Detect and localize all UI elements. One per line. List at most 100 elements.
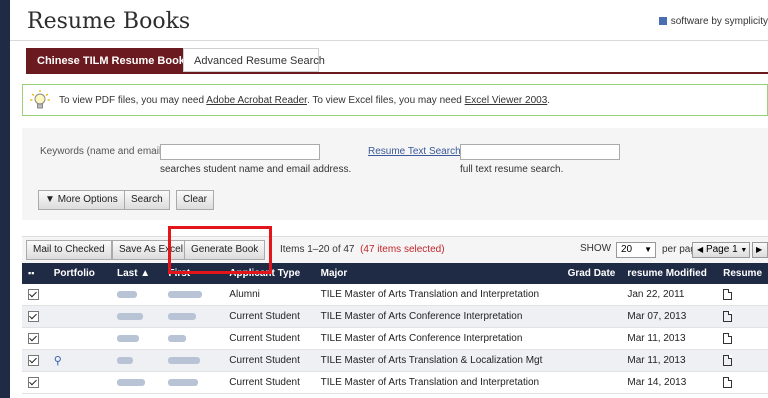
search-form: Keywords (name and email) searches stude…: [22, 128, 768, 220]
redacted-text: [116, 356, 133, 364]
resume-cell[interactable]: [717, 349, 768, 372]
row-checkbox[interactable]: [22, 349, 48, 372]
brand-credit[interactable]: software by symplicity: [658, 16, 768, 27]
search-button[interactable]: Search: [124, 190, 170, 210]
table-row: Current Student TILE Master of Arts Conf…: [22, 327, 768, 350]
chevron-down-icon: ▼: [644, 245, 652, 254]
tab-advanced-resume-search[interactable]: Advanced Resume Search: [183, 48, 325, 72]
first-name-cell: [162, 327, 224, 350]
checkbox-checked-icon[interactable]: [28, 332, 39, 344]
document-icon[interactable]: [723, 288, 733, 300]
grad-date-cell: [561, 349, 622, 372]
page-select[interactable]: ◀ Page 1 ▼: [692, 242, 750, 258]
last-name-cell[interactable]: [110, 371, 163, 394]
prev-page-icon[interactable]: ◀: [697, 245, 703, 254]
mail-to-checked-button[interactable]: Mail to Checked: [26, 240, 112, 260]
adobe-reader-link[interactable]: Adobe Acrobat Reader: [206, 95, 307, 106]
lightbulb-icon: [30, 90, 50, 109]
major-cell: TILE Master of Arts Translation and Inte…: [314, 371, 562, 394]
keywords-input[interactable]: [160, 144, 320, 160]
document-icon[interactable]: [723, 376, 733, 388]
brand-text: software by symplicity: [670, 16, 768, 27]
resume-text-search-link[interactable]: Resume Text Search: [368, 146, 461, 157]
resume-text-hint: full text resume search.: [460, 164, 564, 175]
modified-cell: Mar 11, 2013: [621, 349, 718, 372]
redacted-text: [168, 356, 201, 364]
portfolio-cell[interactable]: ⚲: [47, 349, 111, 372]
row-checkbox[interactable]: [22, 327, 48, 350]
col-resume[interactable]: Resume: [717, 263, 768, 284]
magnifier-icon[interactable]: ⚲: [54, 355, 62, 367]
resume-cell[interactable]: [717, 284, 768, 306]
grad-date-cell: [561, 371, 622, 394]
last-name-cell[interactable]: [110, 305, 163, 328]
col-grad-date[interactable]: Grad Date: [561, 263, 622, 284]
checkbox-checked-icon[interactable]: [28, 288, 39, 300]
grad-date-cell: [561, 284, 622, 306]
portfolio-cell: [47, 305, 111, 328]
triangle-down-icon: ▼: [45, 194, 55, 205]
portfolio-cell: [47, 327, 111, 350]
table-row: Alumni TILE Master of Arts Translation a…: [22, 284, 768, 306]
first-name-cell: [162, 284, 224, 306]
more-options-button[interactable]: ▼ More Options: [38, 190, 125, 210]
checkbox-checked-icon[interactable]: [28, 376, 39, 388]
col-resume-modified[interactable]: resume Modified: [621, 263, 718, 284]
checkbox-checked-icon[interactable]: [28, 310, 39, 322]
col-portfolio[interactable]: Portfolio: [47, 263, 111, 284]
redacted-text: [168, 378, 199, 386]
first-name-cell: [162, 305, 224, 328]
resume-cell[interactable]: [717, 305, 768, 328]
resume-cell[interactable]: [717, 371, 768, 394]
last-name-cell[interactable]: [110, 349, 163, 372]
table-header: ▪▪ Portfolio Last ▲ First Applicant Type…: [22, 263, 768, 284]
resume-cell[interactable]: [717, 327, 768, 350]
row-checkbox[interactable]: [22, 371, 48, 394]
tab-underline: [26, 72, 768, 74]
select-all-header[interactable]: ▪▪: [22, 263, 48, 284]
first-name-cell: [162, 349, 224, 372]
document-icon[interactable]: [723, 310, 733, 322]
excel-viewer-link[interactable]: Excel Viewer 2003: [465, 95, 548, 106]
redacted-text: [168, 312, 197, 320]
document-icon[interactable]: [723, 354, 733, 366]
info-notice: To view PDF files, you may need Adobe Ac…: [22, 84, 768, 116]
page-label: Page: [705, 244, 730, 255]
row-checkbox[interactable]: [22, 305, 48, 328]
next-page-icon: ▶: [756, 245, 763, 254]
redacted-text: [116, 290, 137, 298]
per-page-select[interactable]: 20 ▼: [616, 242, 656, 258]
show-label: SHOW: [580, 243, 612, 254]
grad-date-cell: [561, 305, 622, 328]
top-bar: Resume Books software by symplicity: [10, 0, 768, 41]
checkbox-checked-icon[interactable]: [28, 354, 39, 366]
tab-chinese-tilm-resume-book[interactable]: Chinese TILM Resume Book: [26, 48, 185, 72]
redacted-text: [168, 290, 203, 298]
last-name-cell[interactable]: [110, 284, 163, 306]
resume-table: ▪▪ Portfolio Last ▲ First Applicant Type…: [22, 263, 768, 394]
modified-cell: Mar 07, 2013: [621, 305, 718, 328]
resume-text-input[interactable]: [460, 144, 620, 160]
table-row: Current Student TILE Master of Arts Conf…: [22, 305, 768, 328]
col-major[interactable]: Major: [314, 263, 562, 284]
per-page-value: 20: [621, 244, 633, 255]
modified-cell: Jan 22, 2011: [621, 284, 718, 306]
table-row: ⚲ Current Student TILE Master of Arts Tr…: [22, 349, 768, 372]
last-name-cell[interactable]: [110, 327, 163, 350]
next-page-button[interactable]: ▶: [752, 242, 768, 258]
info-text-3: .: [547, 95, 551, 106]
keywords-label: Keywords (name and email): [40, 146, 165, 157]
document-icon[interactable]: [723, 332, 733, 344]
redacted-text: [116, 378, 145, 386]
applicant-type-cell: Current Student: [223, 349, 315, 372]
redacted-text: [116, 312, 143, 320]
row-checkbox[interactable]: [22, 284, 48, 306]
results-toolbar: Mail to Checked Save As Excel Generate B…: [22, 236, 768, 263]
first-name-cell: [162, 371, 224, 394]
select-all-icon[interactable]: ▪▪: [28, 268, 34, 278]
major-cell: TILE Master of Arts Conference Interpret…: [314, 305, 562, 328]
col-last[interactable]: Last ▲: [110, 263, 163, 284]
major-cell: TILE Master of Arts Translation & Locali…: [314, 349, 562, 372]
pagination: SHOW: [580, 243, 611, 254]
clear-button[interactable]: Clear: [176, 190, 214, 210]
